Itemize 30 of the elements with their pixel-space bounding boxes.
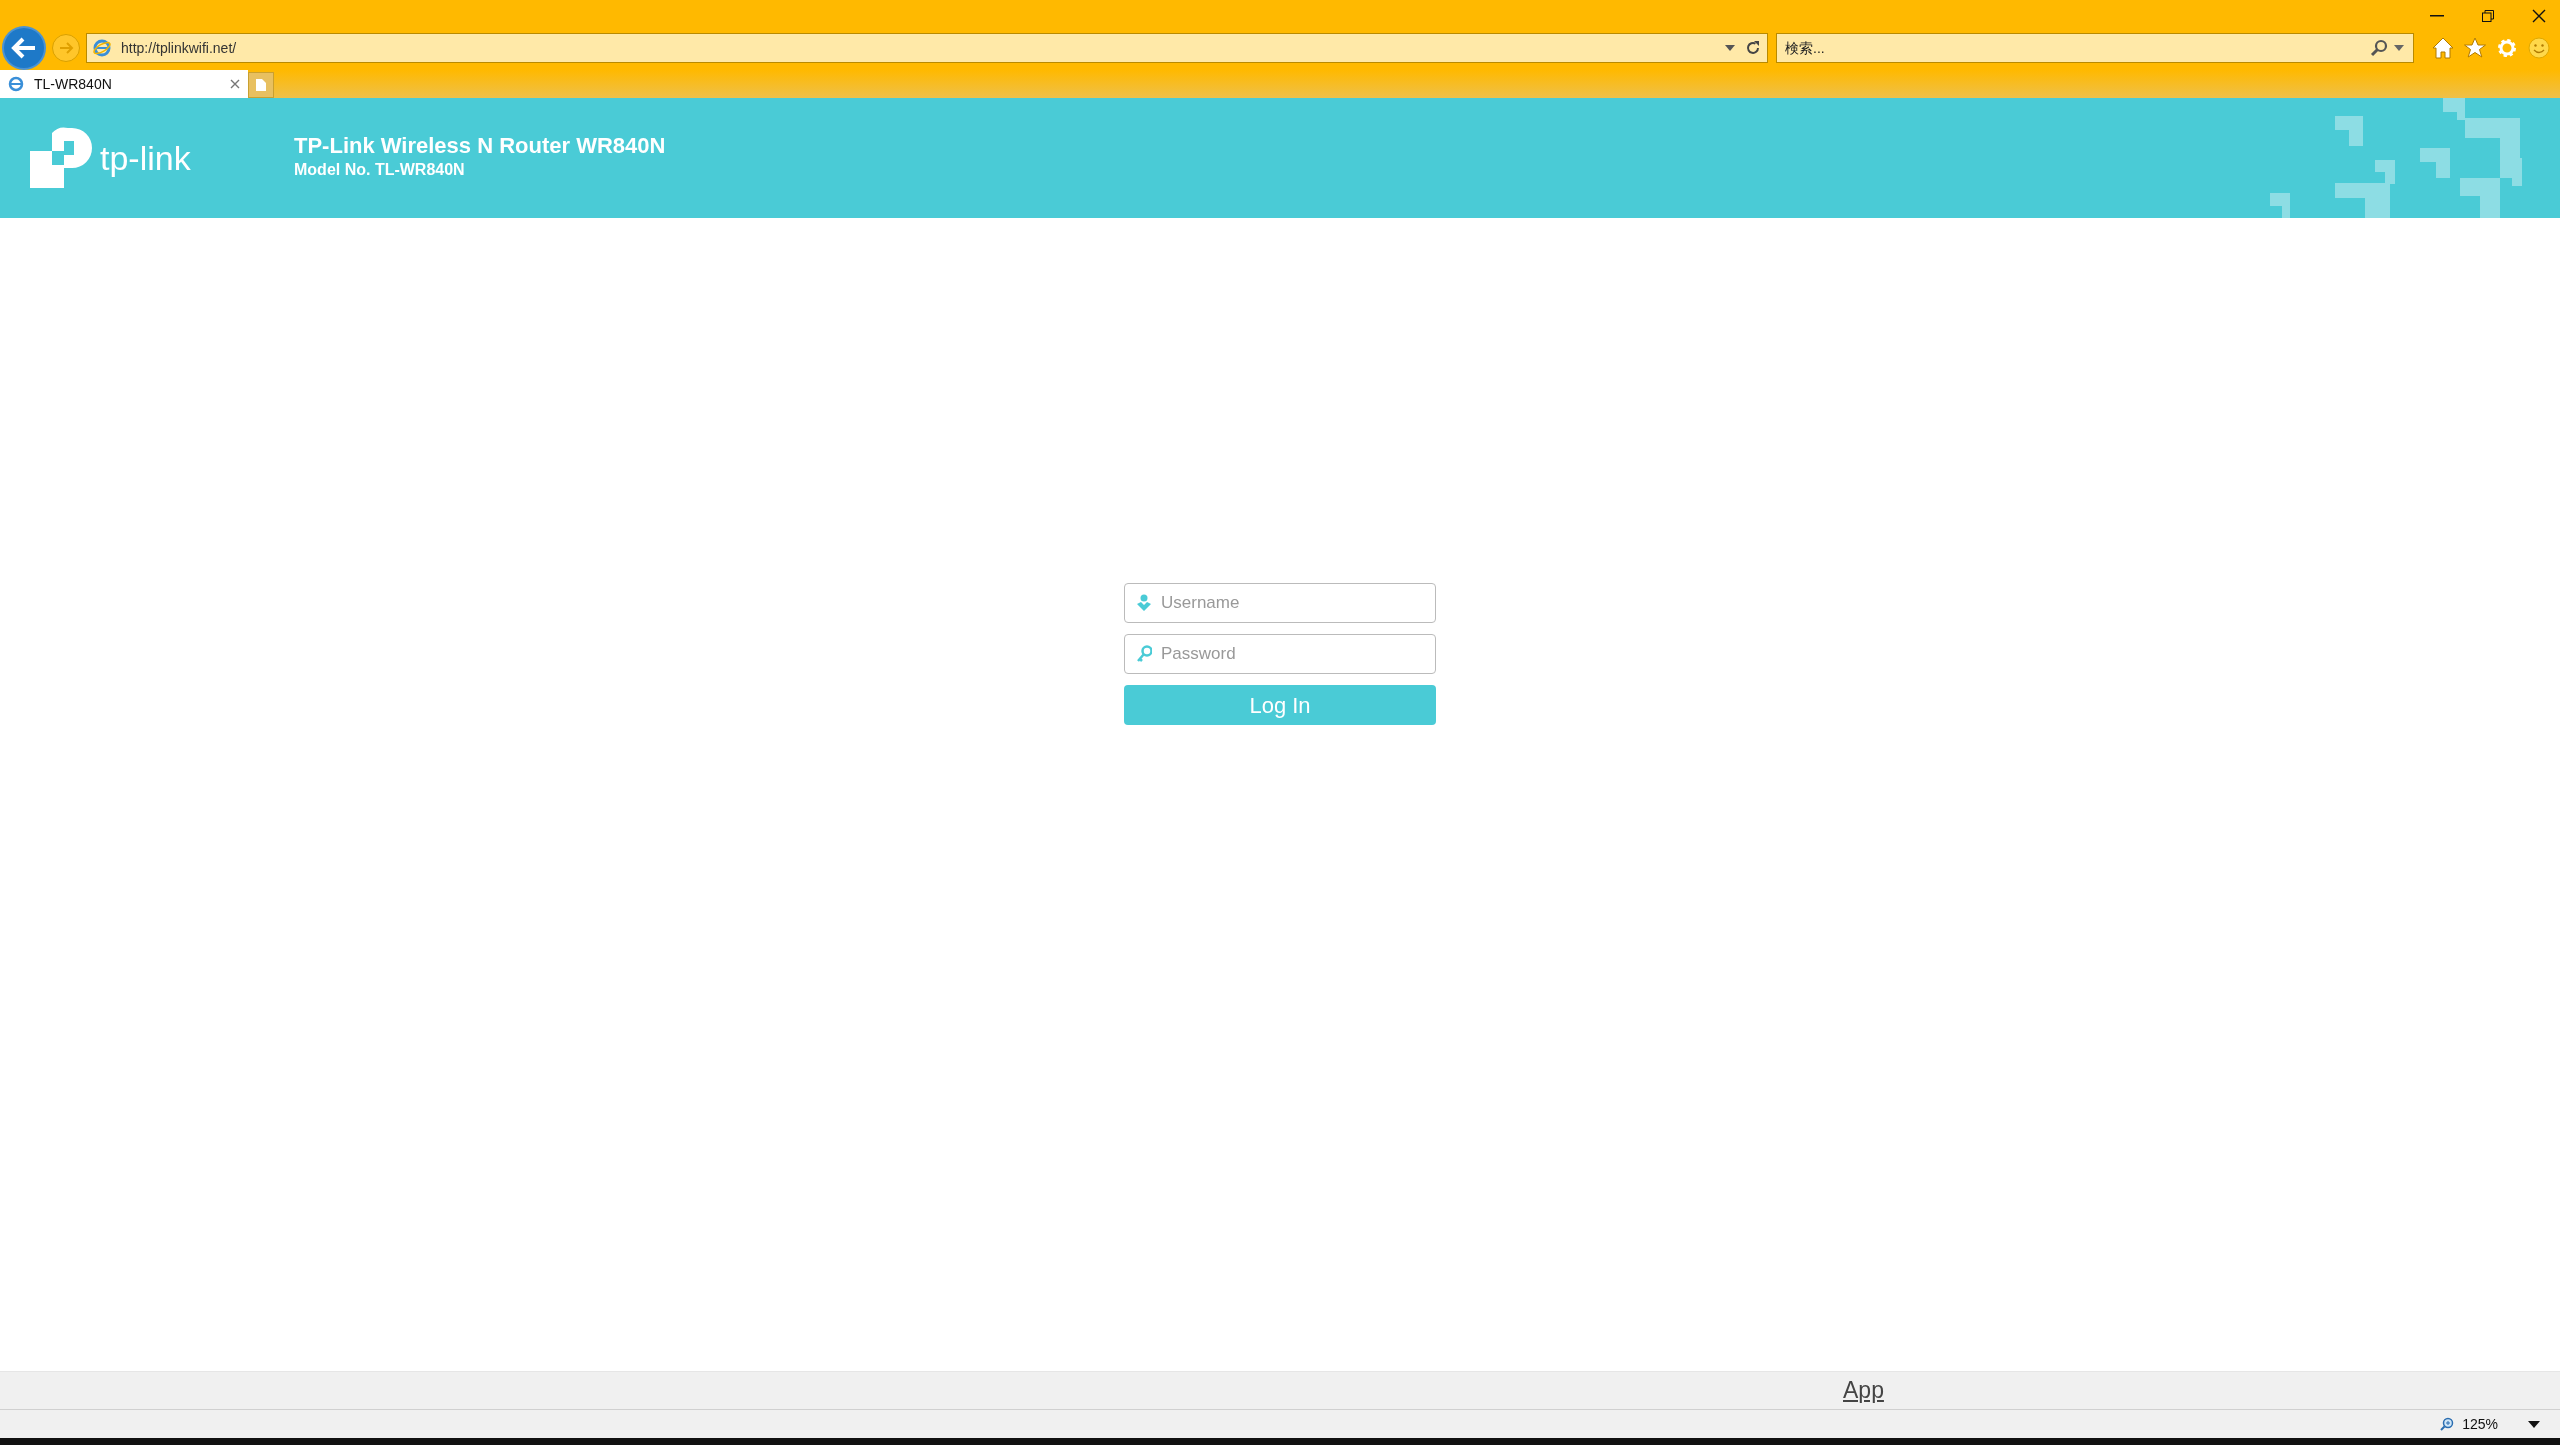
model-number: Model No. TL-WR840N — [294, 160, 466, 181]
logo-icon — [30, 127, 94, 189]
browser-icon — [93, 39, 111, 57]
dropdown-icon[interactable] — [1725, 45, 1735, 51]
new-tab-button[interactable] — [248, 72, 274, 98]
arrow-icon — [58, 41, 74, 55]
app-link[interactable]: App — [1843, 1373, 1884, 1408]
url-text: http://tplinkwifi.net/ — [121, 38, 238, 58]
username-field[interactable]: Username — [1124, 583, 1436, 623]
back-button[interactable] — [2, 26, 46, 70]
star-icon[interactable] — [2464, 37, 2486, 59]
dropdown-icon[interactable] — [2528, 1420, 2540, 1428]
close-icon[interactable] — [2532, 9, 2546, 23]
search-field[interactable]: 検索... — [1776, 33, 2414, 63]
arrow-icon — [11, 37, 37, 59]
restore-icon[interactable] — [2482, 10, 2494, 22]
minimize-icon[interactable] — [2430, 15, 2444, 17]
address-bar[interactable]: http://tplinkwifi.net/ — [86, 33, 1768, 63]
logo-text: tp-link — [100, 137, 191, 179]
password-field[interactable]: Password — [1124, 634, 1436, 674]
router-title: TP-Link Wireless N Router WR840N — [294, 133, 666, 159]
refresh-icon[interactable] — [1745, 40, 1761, 56]
zoom-level[interactable]: 125% — [2462, 1413, 2498, 1435]
browser-tab[interactable]: TL-WR840N — [0, 70, 248, 98]
home-icon[interactable] — [2432, 37, 2454, 59]
browser-icon — [8, 76, 24, 92]
page-icon — [256, 79, 266, 91]
smiley-icon[interactable] — [2528, 37, 2550, 59]
search-icon[interactable] — [2370, 39, 2388, 57]
zoom-icon — [2440, 1417, 2455, 1431]
